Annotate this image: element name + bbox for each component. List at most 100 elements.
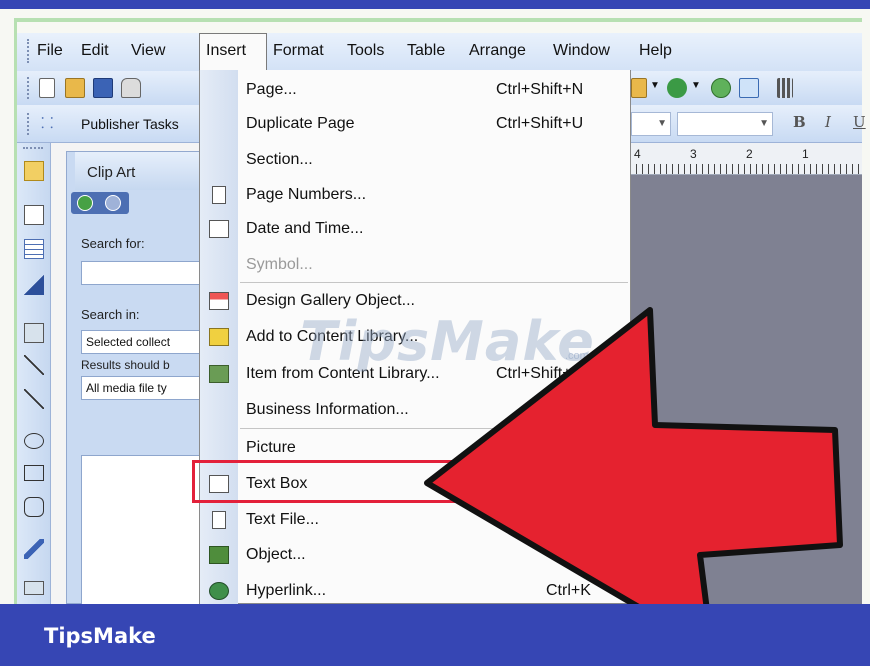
results-type-select[interactable]: All media file ty [81, 376, 205, 400]
clip-art-title: Clip Art [75, 152, 207, 190]
zoom-icon[interactable] [739, 78, 759, 98]
menu-bar: File Edit View Insert Format Tools Table… [17, 33, 862, 71]
toolbar-grip[interactable] [27, 77, 31, 99]
ruler-number: 4 [634, 147, 641, 161]
menu-insert[interactable]: Insert [199, 33, 267, 71]
menu-view[interactable]: View [131, 42, 165, 60]
brand-name: TipsMake [44, 624, 156, 648]
menu-window[interactable]: Window [553, 42, 610, 60]
menu-item-label: Symbol... [246, 256, 313, 273]
underline-icon[interactable]: U [853, 113, 866, 131]
menu-item-label: Date and Time... [246, 220, 364, 237]
publisher-tasks-button[interactable]: Publisher Tasks [81, 116, 179, 132]
new-icon[interactable] [39, 78, 55, 98]
page-workspace[interactable] [630, 143, 862, 604]
ruler-ticks [630, 164, 862, 174]
chevron-down-icon[interactable]: ▼ [650, 80, 660, 91]
menu-item-label: Duplicate Page [246, 115, 355, 132]
menu-item-shortcut: Ctrl+K [546, 582, 591, 599]
menu-item-text-file[interactable]: Text File... [200, 502, 630, 538]
content-library-item-icon [209, 365, 229, 383]
menu-item-page-numbers[interactable]: Page Numbers... [200, 177, 630, 213]
menu-item-label: Business Information... [246, 401, 409, 418]
menu-edit[interactable]: Edit [81, 42, 109, 60]
menu-item-label: Design Gallery Object... [246, 292, 415, 309]
search-in-select[interactable]: Selected collect [81, 330, 205, 354]
menu-item-label: Object... [246, 546, 306, 563]
chevron-down-icon: ▼ [657, 118, 667, 129]
design-gallery-tool-icon[interactable] [24, 539, 44, 559]
clip-art-pane: Clip Art Search for: Search in: Selected… [66, 151, 207, 605]
line-tool-icon[interactable] [24, 355, 44, 375]
menu-item-duplicate-page[interactable]: Duplicate Page Ctrl+Shift+U [200, 106, 630, 142]
results-label: Results should b [81, 358, 170, 372]
italic-icon[interactable]: I [825, 113, 831, 131]
select-pointer-icon[interactable] [24, 161, 44, 181]
ruler-number: 1 [802, 147, 809, 161]
text-box-tool-icon[interactable] [24, 205, 44, 225]
font-name-combo[interactable]: ▼ [631, 112, 671, 136]
menu-arrange[interactable]: Arrange [469, 42, 526, 60]
object-icon [209, 546, 229, 564]
menu-item-section[interactable]: Section... [200, 142, 630, 178]
paste-icon[interactable] [631, 78, 647, 98]
toolbar-grip[interactable] [23, 147, 43, 149]
ruler-number: 3 [690, 147, 697, 161]
back-icon[interactable] [77, 195, 93, 211]
search-in-label: Search in: [81, 307, 140, 322]
menu-help[interactable]: Help [639, 42, 672, 60]
table-tool-icon[interactable] [24, 239, 44, 259]
print-icon[interactable] [121, 78, 141, 98]
wordart-tool-icon[interactable] [24, 275, 44, 295]
menu-item-page[interactable]: Page... Ctrl+Shift+N [200, 72, 630, 108]
font-size-combo[interactable]: ▼ [677, 112, 773, 136]
menu-item-symbol[interactable]: Symbol... [200, 247, 630, 283]
menu-separator [240, 428, 628, 429]
menu-table[interactable]: Table [407, 42, 445, 60]
menu-item-object[interactable]: Object... [200, 537, 630, 573]
objects-toolbar [17, 143, 51, 604]
menu-item-business-information[interactable]: Business Information... [200, 392, 630, 428]
save-icon[interactable] [93, 78, 113, 98]
menu-file[interactable]: File [37, 42, 63, 60]
menu-item-label: Page Numbers... [246, 186, 367, 203]
columns-icon[interactable] [777, 78, 793, 98]
hyperlink-icon [209, 582, 229, 600]
design-gallery-icon [209, 292, 229, 310]
oval-tool-icon[interactable] [24, 433, 44, 449]
watermark: TipsMake [300, 310, 595, 373]
highlight-box [192, 460, 476, 503]
menu-tools[interactable]: Tools [347, 42, 384, 60]
menu-item-label: Section... [246, 151, 313, 168]
undo-icon[interactable] [667, 78, 687, 98]
page-numbers-icon [212, 186, 226, 204]
autoshapes-tool-icon[interactable] [24, 497, 44, 517]
menu-insert-label: Insert [206, 42, 247, 59]
hotspot-tool-icon[interactable] [24, 581, 44, 595]
rectangle-tool-icon[interactable] [24, 465, 44, 481]
chevron-down-icon: ▼ [759, 118, 769, 129]
horizontal-ruler[interactable]: 4 3 2 1 [630, 143, 862, 175]
content-library-add-icon [209, 328, 229, 346]
arrow-tool-icon[interactable] [24, 389, 44, 409]
menu-item-label: Page... [246, 81, 297, 98]
open-icon[interactable] [65, 78, 85, 98]
pane-navigation [71, 192, 129, 214]
bold-icon[interactable]: B [793, 113, 806, 131]
text-file-icon [212, 511, 226, 529]
tasks-icon: ⸬ [41, 115, 54, 132]
hyperlink-toolbar-icon[interactable] [711, 78, 731, 98]
picture-tool-icon[interactable] [24, 323, 44, 343]
frame-top [0, 0, 870, 9]
toolbar-grip[interactable] [27, 113, 31, 135]
search-for-label: Search for: [81, 236, 145, 251]
chevron-down-icon[interactable]: ▼ [691, 80, 701, 91]
search-input[interactable] [81, 261, 205, 285]
ruler-number: 2 [746, 147, 753, 161]
results-area[interactable] [81, 455, 205, 605]
menu-item-date-and-time[interactable]: Date and Time... [200, 211, 630, 247]
menu-format[interactable]: Format [273, 42, 324, 60]
forward-icon[interactable] [105, 195, 121, 211]
menu-item-label: Hyperlink... [246, 582, 327, 599]
menubar-grip[interactable] [27, 39, 31, 63]
